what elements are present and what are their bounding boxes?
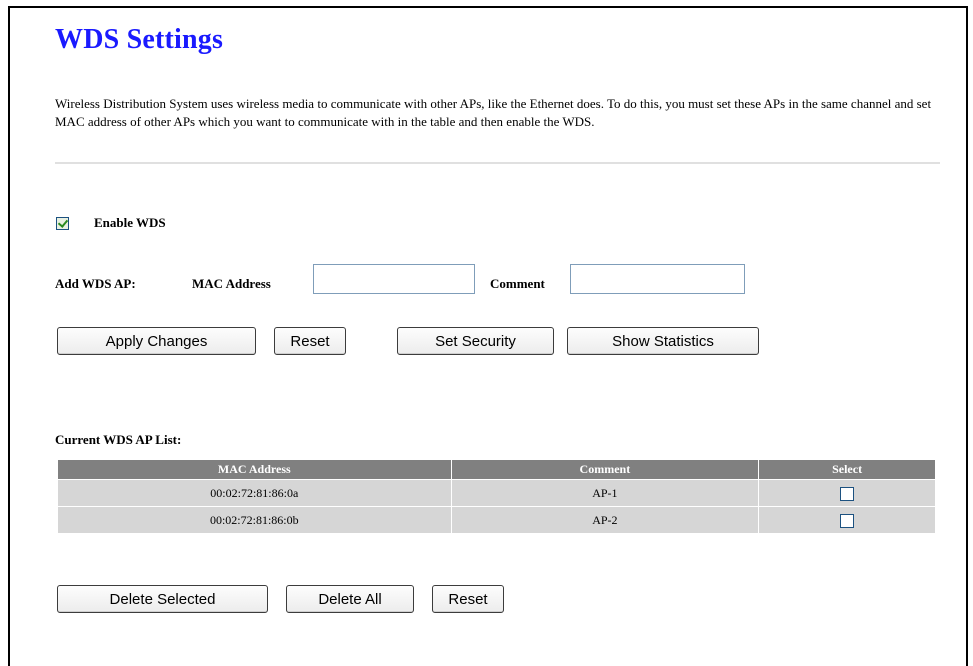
divider [55,162,940,164]
table-cell-mac: 00:02:72:81:86:0a [57,479,452,507]
page-description: Wireless Distribution System uses wirele… [55,96,932,129]
add-wds-ap-label: Add WDS AP: [55,276,136,291]
table-cell-select [758,506,936,534]
table-row: 00:02:72:81:86:0a AP-1 [57,479,936,507]
page-title: WDS Settings [55,24,224,55]
wds-ap-table: MAC Address Comment Select 00:02:72:81:8… [57,459,936,534]
table-header-row: MAC Address Comment Select [57,459,936,480]
show-statistics-button[interactable]: Show Statistics [567,327,759,355]
delete-selected-button[interactable]: Delete Selected [57,585,268,613]
table-cell-comment: AP-1 [450,479,760,507]
mac-address-label: MAC Address [192,276,271,291]
wds-ap-list-label: Current WDS AP List: [55,432,182,447]
comment-column-header: Comment [450,459,760,480]
comment-label: Comment [490,276,545,291]
select-row-checkbox[interactable] [840,486,855,501]
enable-wds-label: Enable WDS [94,215,166,230]
mac-address-column-header: MAC Address [57,459,452,480]
apply-changes-button[interactable]: Apply Changes [57,327,256,355]
reset-list-button[interactable]: Reset [432,585,504,613]
comment-input[interactable] [570,264,745,294]
set-security-button[interactable]: Set Security [397,327,554,355]
table-cell-comment: AP-2 [450,506,760,534]
mac-address-input[interactable] [313,264,475,294]
select-column-header: Select [758,459,936,480]
delete-all-button[interactable]: Delete All [286,585,414,613]
reset-button[interactable]: Reset [274,327,346,355]
table-cell-select [758,479,936,507]
select-row-checkbox[interactable] [840,513,855,528]
table-cell-mac: 00:02:72:81:86:0b [57,506,452,534]
table-row: 00:02:72:81:86:0b AP-2 [57,506,936,534]
enable-wds-checkbox[interactable] [56,217,69,230]
